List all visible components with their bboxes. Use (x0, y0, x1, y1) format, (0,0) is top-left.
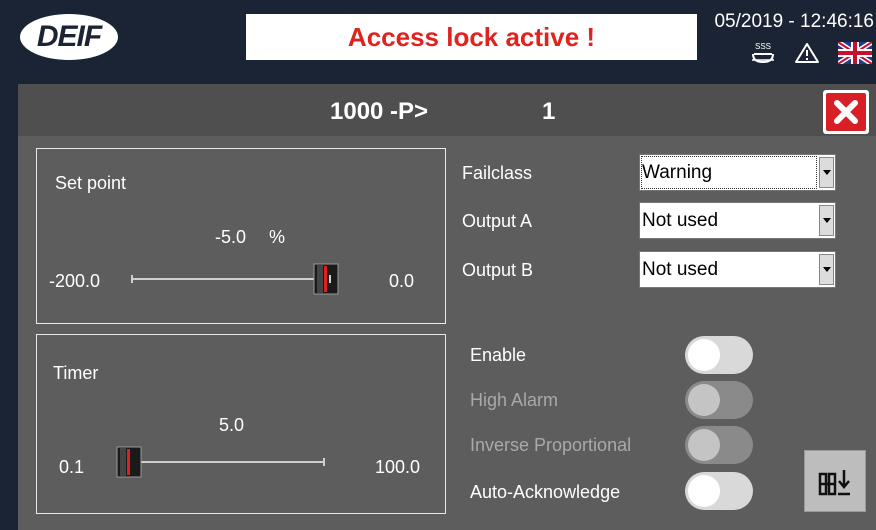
output-b-value: Not used (642, 259, 719, 280)
uk-flag-icon[interactable] (838, 42, 872, 64)
setpoint-min: -200.0 (49, 271, 101, 291)
failclass-dropdown[interactable]: Warning (639, 154, 836, 191)
close-button[interactable] (823, 90, 869, 134)
setpoint-box: Set point -5.0 % -200.0 0.0 (36, 148, 446, 324)
high-alarm-toggle (685, 381, 753, 419)
toggle-knob (688, 384, 720, 416)
inverse-proportional-label: Inverse Proportional (470, 435, 632, 455)
timer-slider-thumb[interactable] (116, 446, 142, 478)
setpoint-value: -5.0 (215, 227, 247, 247)
inverse-proportional-toggle (685, 426, 753, 464)
deif-logo: DEIF (20, 14, 118, 60)
setpoint-max: 0.0 (389, 271, 415, 291)
setpoint-label: Set point (55, 173, 127, 193)
access-lock-banner: Access lock active ! (246, 14, 697, 60)
setpoint-unit: % (269, 227, 286, 247)
output-b-label: Output B (462, 260, 534, 280)
timer-max: 100.0 (375, 457, 421, 477)
timer-label: Timer (53, 363, 99, 383)
top-bar: DEIF Access lock active ! 05/2019 - 12:4… (0, 0, 876, 75)
status-icons: SSS (750, 40, 872, 66)
high-alarm-label: High Alarm (470, 390, 559, 410)
parameter-number: 1 (542, 98, 556, 125)
parameter-code: 1000 -P> (330, 98, 429, 125)
setpoint-slider[interactable] (131, 263, 339, 295)
output-a-value: Not used (642, 210, 719, 231)
timer-value: 5.0 (219, 415, 245, 435)
output-a-dropdown[interactable]: Not used (639, 202, 836, 239)
enable-toggle[interactable] (685, 336, 753, 374)
timer-min: 0.1 (59, 457, 85, 477)
auto-acknowledge-label: Auto-Acknowledge (470, 482, 621, 502)
parameter-panel: 1000 -P> 1 Set point -5.0 % -200.0 0.0 T… (18, 84, 876, 530)
heater-icon: SSS (752, 42, 774, 64)
toggle-knob (688, 339, 720, 371)
chevron-down-icon[interactable] (819, 157, 834, 188)
toggle-knob (688, 429, 720, 461)
output-b-dropdown[interactable]: Not used (639, 251, 836, 288)
chevron-down-icon[interactable] (819, 205, 834, 236)
lock-banner-text: Access lock active ! (347, 21, 596, 52)
timer-slider[interactable] (116, 446, 325, 478)
close-icon (826, 93, 866, 131)
auto-acknowledge-toggle[interactable] (685, 472, 753, 510)
failclass-label: Failclass (462, 163, 533, 183)
panel-header: 1000 -P> 1 (18, 84, 876, 136)
datetime-display: 05/2019 - 12:46:16 (714, 11, 874, 32)
setpoint-slider-thumb[interactable] (313, 263, 339, 295)
save-button[interactable] (804, 450, 866, 512)
output-a-label: Output A (462, 211, 533, 231)
toggle-knob (688, 475, 720, 507)
timer-box: Timer 5.0 0.1 100.0 (36, 334, 446, 514)
warning-icon (795, 43, 819, 63)
save-to-device-icon (818, 470, 850, 496)
failclass-value: Warning (642, 162, 713, 183)
logo-text: DEIF (36, 20, 102, 53)
enable-label: Enable (470, 345, 527, 365)
heater-glyph: SSS (755, 42, 771, 51)
chevron-down-icon[interactable] (819, 254, 834, 285)
